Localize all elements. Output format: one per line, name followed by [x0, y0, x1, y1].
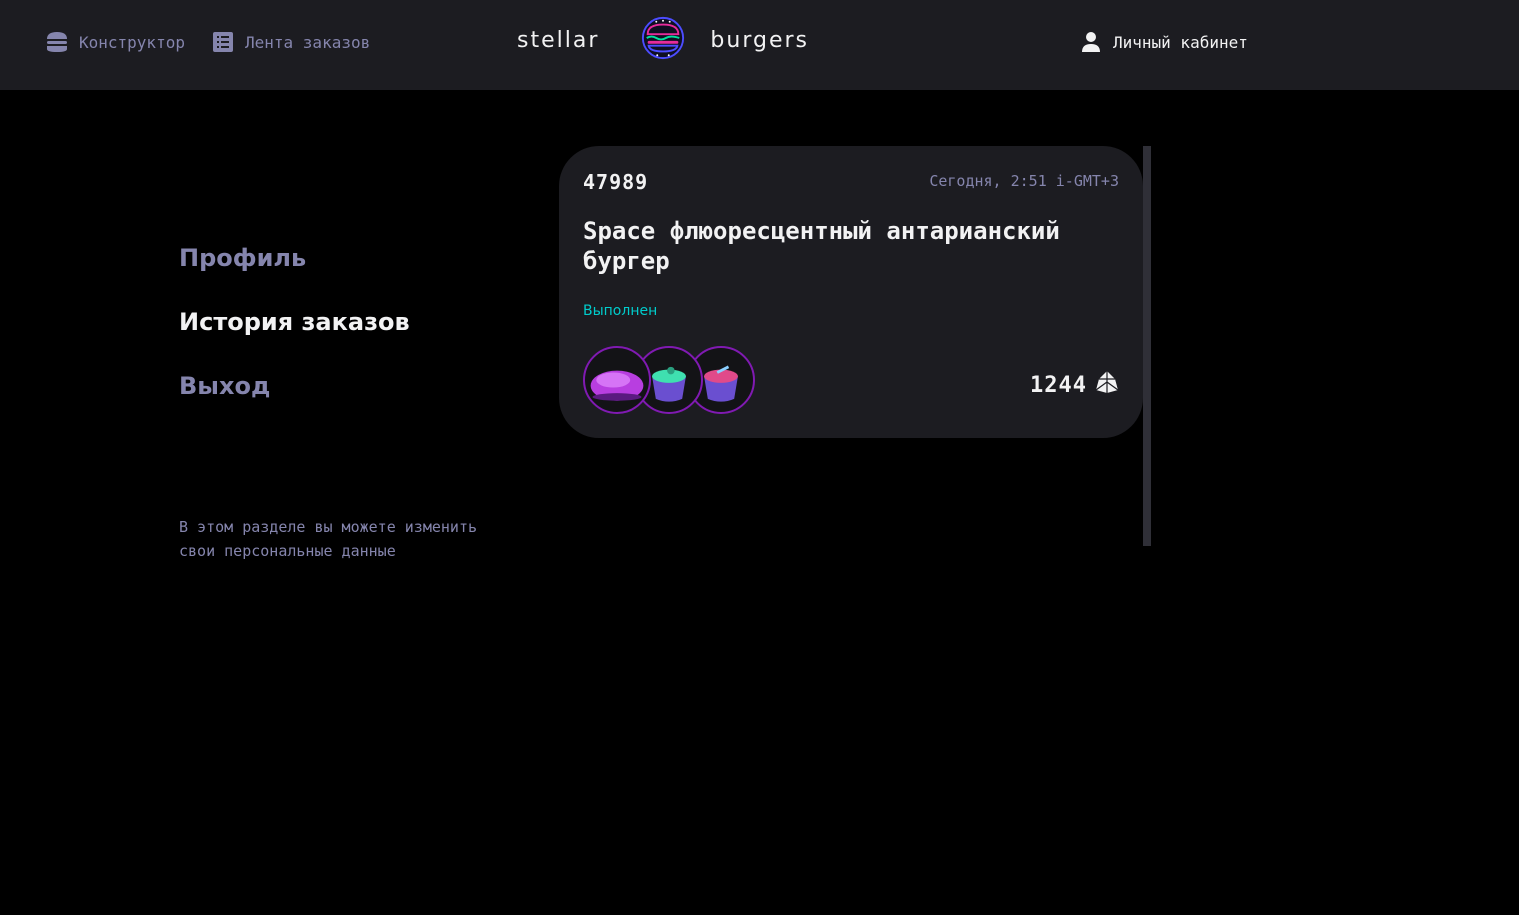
nav-constructor[interactable]: Конструктор	[45, 28, 185, 56]
burger-icon	[45, 30, 69, 54]
feed-scrollbar[interactable]	[1143, 146, 1151, 546]
order-date: Сегодня, 2:51 i-GMT+3	[929, 172, 1119, 190]
order-history-list[interactable]: 47989 Сегодня, 2:51 i-GMT+3 Space флюоре…	[559, 146, 1152, 546]
logo-burger-icon	[640, 15, 686, 65]
side-link-order-history[interactable]: История заказов	[179, 300, 519, 364]
order-price: 1244	[1030, 370, 1119, 400]
nav-constructor-label: Конструктор	[79, 32, 185, 52]
nav-personal-account[interactable]: Личный кабинет	[1079, 28, 1248, 56]
order-card[interactable]: 47989 Сегодня, 2:51 i-GMT+3 Space флюоре…	[559, 146, 1143, 438]
order-price-value: 1244	[1030, 372, 1087, 398]
order-name: Space флюоресцентный антарианский бургер	[583, 217, 1060, 275]
order-ingredients	[583, 346, 783, 414]
nav-order-feed-label: Лента заказов	[245, 32, 371, 52]
bun-icon	[583, 346, 651, 414]
order-number: 47989	[583, 170, 649, 194]
stellar-burgers-logo[interactable]: stellar burgers	[517, 16, 809, 64]
nav-order-feed[interactable]: Лента заказов	[211, 28, 370, 56]
side-link-logout[interactable]: Выход	[179, 364, 519, 428]
app-header: Конструктор Лента заказов stellar burger…	[0, 0, 1519, 90]
logo-text-right: burgers	[710, 27, 809, 53]
side-link-profile[interactable]: Профиль	[179, 236, 519, 300]
list-icon	[211, 30, 235, 54]
profile-icon	[1079, 30, 1103, 54]
order-status: Выполнен	[583, 303, 658, 319]
side-menu-note: В этом разделе вы можете изменить свои п…	[179, 518, 478, 560]
logo-text-left: stellar	[517, 27, 600, 53]
profile-side-menu: Профиль История заказов Выход	[179, 236, 519, 428]
nav-personal-account-label: Личный кабинет	[1113, 32, 1248, 52]
currency-icon	[1095, 370, 1119, 400]
